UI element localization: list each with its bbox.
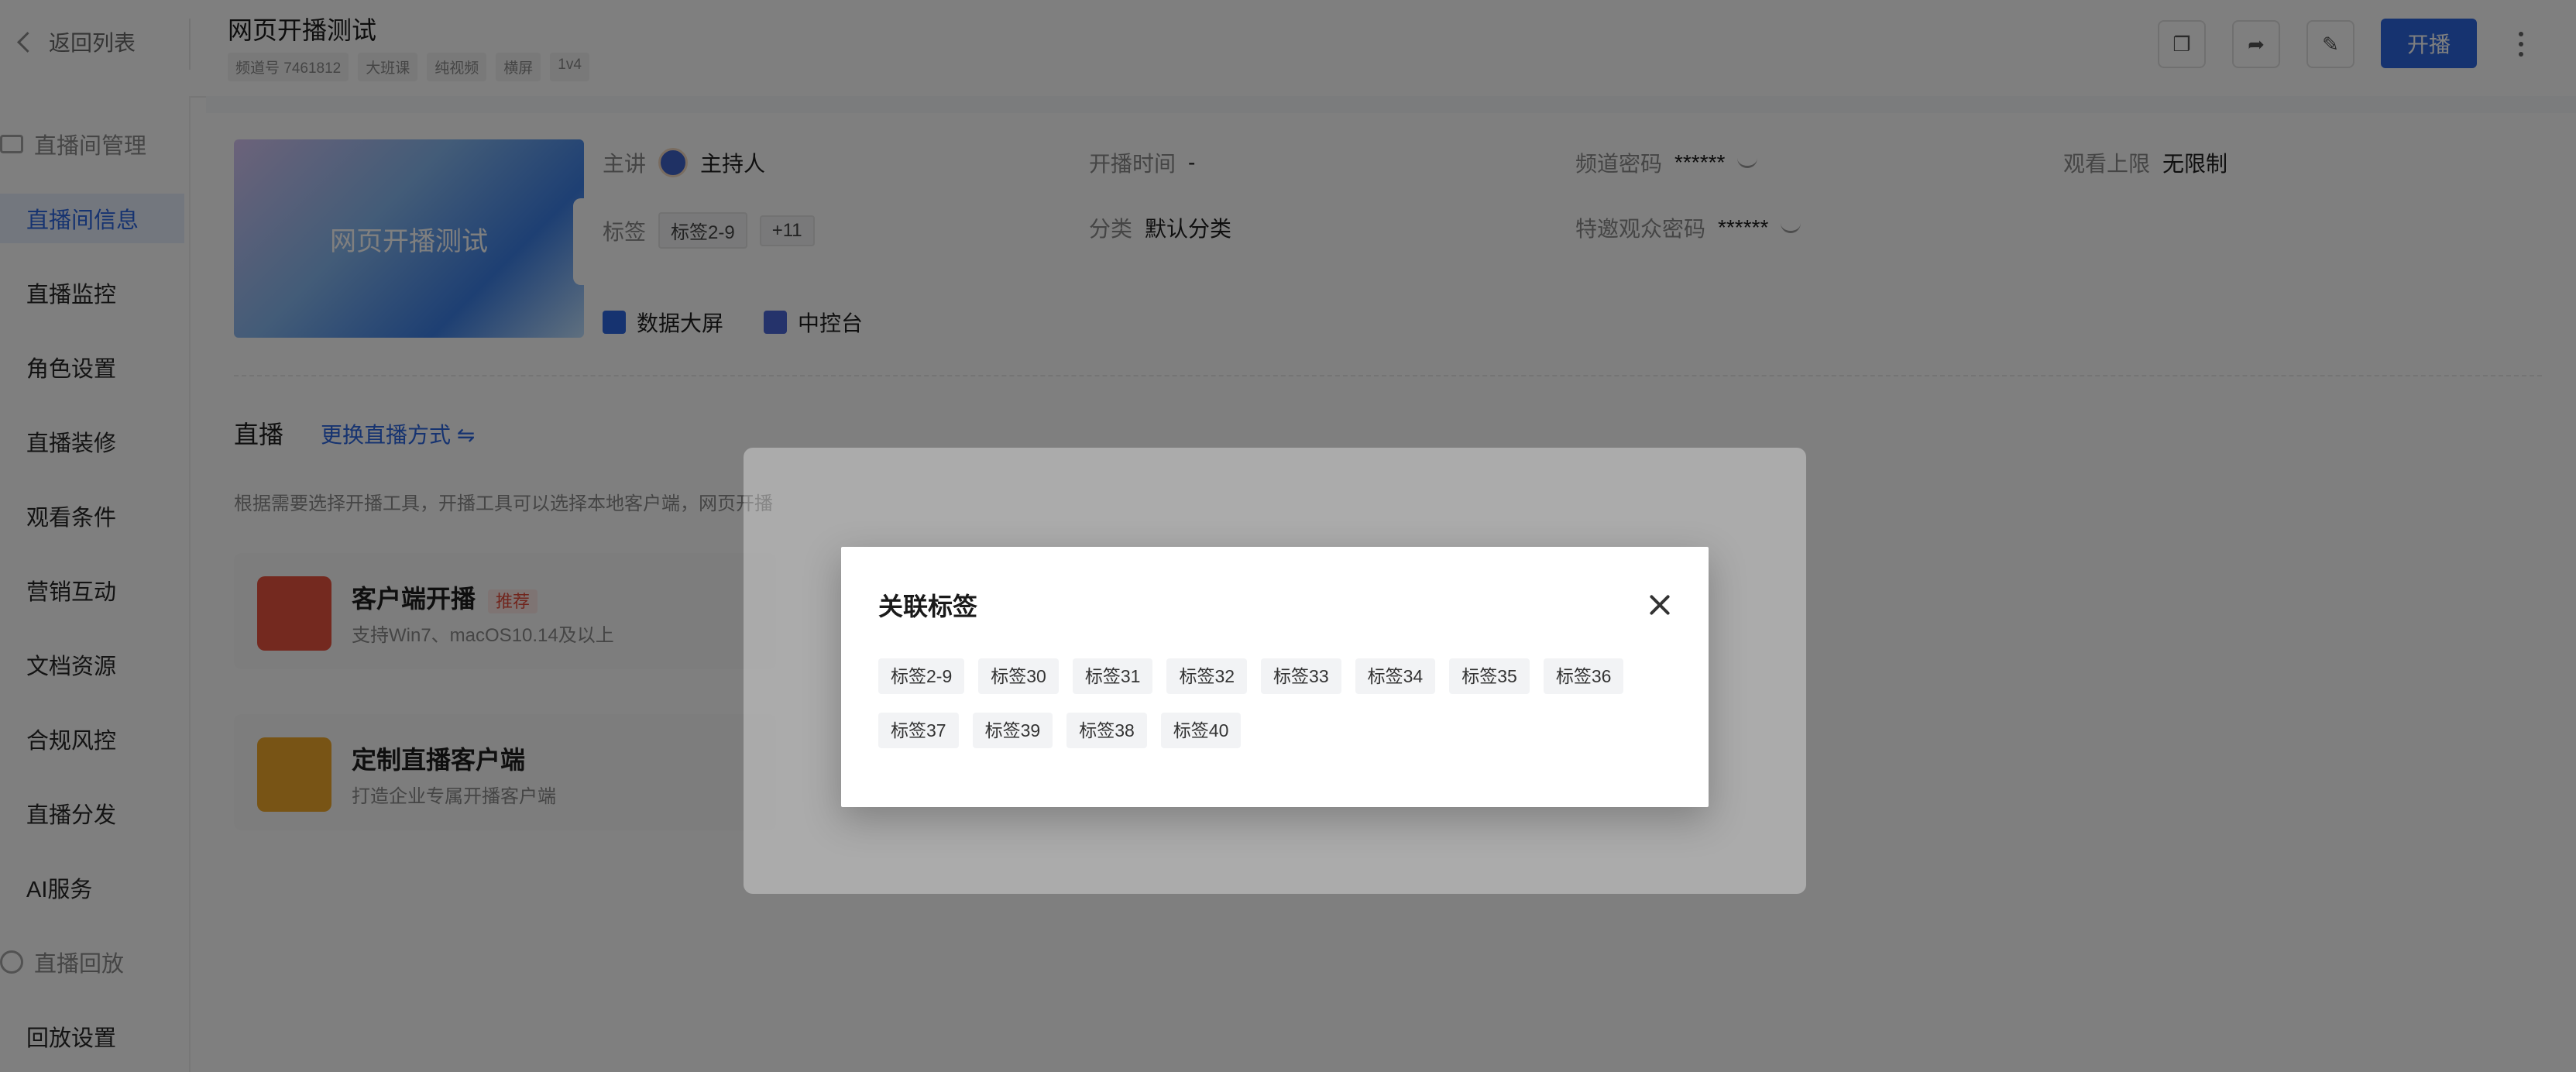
tag-item[interactable]: 标签38	[1066, 713, 1147, 748]
tag-item[interactable]: 标签37	[878, 713, 959, 748]
tag-item[interactable]: 标签32	[1166, 658, 1248, 694]
close-icon[interactable]	[1647, 592, 1673, 618]
tag-item[interactable]: 标签31	[1072, 658, 1153, 694]
tag-item[interactable]: 标签36	[1543, 658, 1624, 694]
tag-list: 标签2-9 标签30 标签31 标签32 标签33 标签34 标签35 标签36…	[878, 658, 1676, 748]
dialog-title: 关联标签	[878, 593, 978, 620]
tag-item[interactable]: 标签35	[1449, 658, 1530, 694]
tag-item[interactable]: 标签30	[978, 658, 1059, 694]
tag-item[interactable]: 标签33	[1261, 658, 1341, 694]
tag-item[interactable]: 标签39	[972, 713, 1053, 748]
tag-item[interactable]: 标签2-9	[878, 658, 965, 694]
tag-item[interactable]: 标签34	[1355, 658, 1436, 694]
related-tags-dialog: 关联标签 标签2-9 标签30 标签31 标签32 标签33 标签34 标签35…	[841, 547, 1709, 807]
tag-item[interactable]: 标签40	[1160, 713, 1242, 748]
